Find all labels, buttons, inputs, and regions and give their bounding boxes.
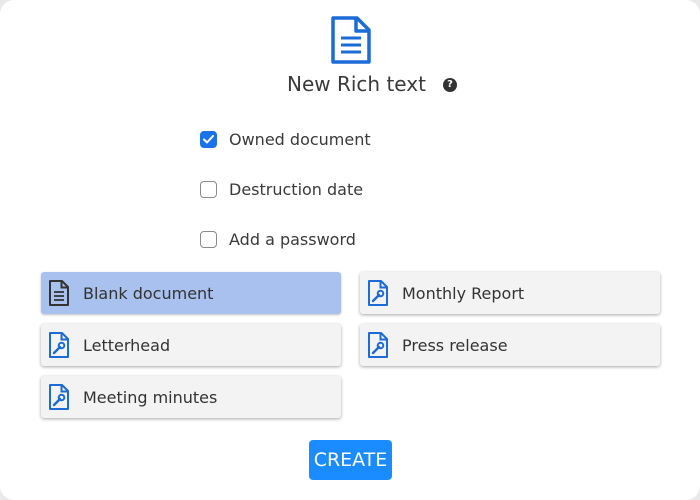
document-wrench-icon	[366, 330, 390, 360]
destruction-date-option[interactable]: Destruction date	[200, 178, 363, 200]
document-wrench-icon	[47, 382, 71, 412]
template-label: Monthly Report	[402, 283, 525, 303]
dialog-title: New Rich text	[287, 72, 426, 96]
template-label: Letterhead	[83, 335, 171, 355]
destruction-date-checkbox[interactable]	[200, 180, 217, 198]
template-label: Press release	[402, 335, 508, 355]
create-button[interactable]: CREATE	[309, 440, 392, 480]
add-password-option[interactable]: Add a password	[200, 228, 356, 250]
template-label: Meeting minutes	[83, 387, 218, 407]
document-wrench-icon	[47, 330, 71, 360]
checkmark-icon	[203, 134, 214, 143]
document-lines-icon	[47, 278, 71, 308]
template-blank-document[interactable]: Blank document	[41, 272, 341, 314]
new-document-dialog: New Rich text ? Owned document Destructi…	[0, 0, 700, 500]
template-meeting-minutes[interactable]: Meeting minutes	[41, 376, 341, 418]
template-press-release[interactable]: Press release	[360, 324, 660, 366]
add-password-checkbox[interactable]	[200, 230, 217, 248]
add-password-label: Add a password	[229, 229, 356, 249]
document-icon	[331, 16, 371, 64]
owned-document-checkbox[interactable]	[200, 130, 217, 148]
template-letterhead[interactable]: Letterhead	[41, 324, 341, 366]
owned-document-label: Owned document	[229, 129, 371, 149]
template-monthly-report[interactable]: Monthly Report	[360, 272, 660, 314]
template-label: Blank document	[83, 283, 214, 303]
question-circle-icon[interactable]: ?	[443, 78, 457, 92]
destruction-date-label: Destruction date	[229, 179, 364, 199]
owned-document-option[interactable]: Owned document	[200, 128, 371, 150]
document-wrench-icon	[366, 278, 390, 308]
